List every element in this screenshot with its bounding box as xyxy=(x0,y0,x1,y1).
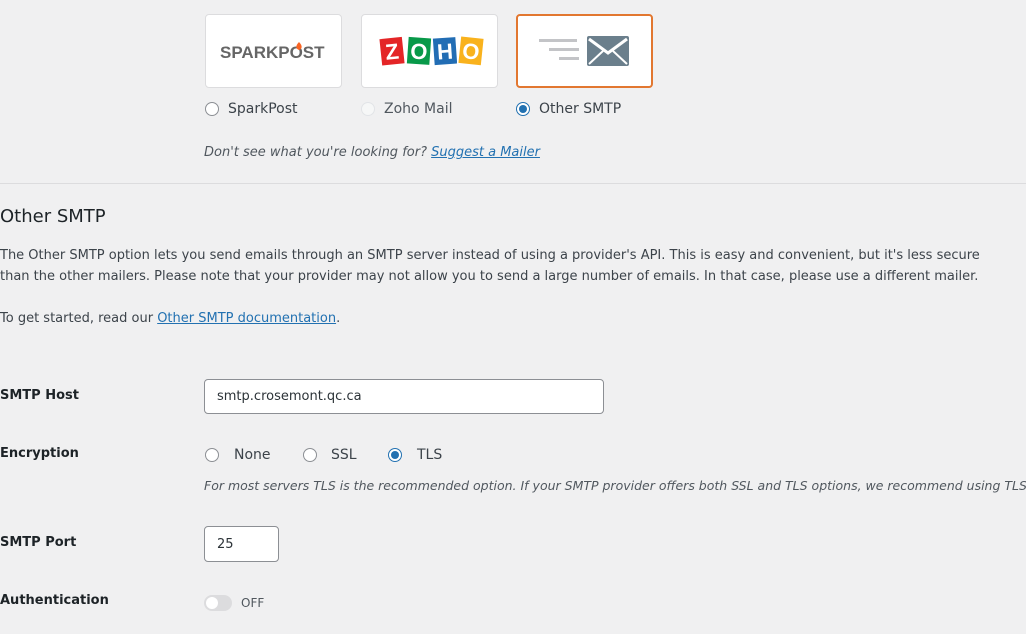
radio-label-zoho: Zoho Mail xyxy=(384,101,453,117)
suggest-prefix: Don't see what you're looking for? xyxy=(204,145,427,160)
suggest-mailer-text: Don't see what you're looking for? Sugge… xyxy=(204,145,540,160)
authentication-label: Authentication xyxy=(0,593,109,608)
svg-text:H: H xyxy=(436,39,454,65)
mailer-tile-other-smtp[interactable] xyxy=(516,14,653,88)
encryption-radio-ssl[interactable] xyxy=(303,448,317,462)
section-title: Other SMTP xyxy=(0,206,106,227)
get-started-text: To get started, read our Other SMTP docu… xyxy=(0,308,1000,329)
smtp-host-label: SMTP Host xyxy=(0,388,79,403)
encryption-radio-tls[interactable] xyxy=(388,448,402,462)
authentication-toggle[interactable] xyxy=(204,595,232,611)
radio-zoho xyxy=(361,102,375,116)
smtp-port-input[interactable]: 25 xyxy=(204,526,279,562)
encryption-label-tls[interactable]: TLS xyxy=(417,447,442,463)
authentication-state: OFF xyxy=(241,596,265,610)
mailer-tile-zoho[interactable]: Z O H O xyxy=(361,14,498,88)
mailer-tile-sparkpost[interactable]: SPARKPOST xyxy=(205,14,342,88)
sparkpost-logo: SPARKPOST xyxy=(220,42,325,62)
svg-text:O: O xyxy=(409,38,428,64)
get-started-prefix: To get started, read our xyxy=(0,311,154,326)
svg-text:SPARKPOST: SPARKPOST xyxy=(220,43,325,62)
smtp-port-label: SMTP Port xyxy=(0,535,77,550)
encryption-label: Encryption xyxy=(0,446,79,461)
svg-text:O: O xyxy=(461,38,481,65)
encryption-label-ssl[interactable]: SSL xyxy=(331,447,357,463)
radio-label-sparkpost[interactable]: SparkPost xyxy=(228,101,298,117)
get-started-suffix: . xyxy=(336,311,341,326)
svg-text:Z: Z xyxy=(384,39,400,65)
zoho-logo: Z O H O xyxy=(377,34,485,68)
radio-label-other-smtp[interactable]: Other SMTP xyxy=(539,101,621,117)
radio-sparkpost[interactable] xyxy=(205,102,219,116)
section-description: The Other SMTP option lets you send emai… xyxy=(0,248,980,284)
encryption-label-none[interactable]: None xyxy=(234,447,271,463)
other-smtp-documentation-link[interactable]: Other SMTP documentation xyxy=(157,311,336,326)
suggest-mailer-link[interactable]: Suggest a Mailer xyxy=(431,145,540,160)
smtp-host-input[interactable]: smtp.crosemont.qc.ca xyxy=(204,379,604,414)
section-divider xyxy=(0,183,1026,184)
radio-other-smtp[interactable] xyxy=(516,102,530,116)
encryption-hint: For most servers TLS is the recommended … xyxy=(204,478,1026,493)
encryption-radio-none[interactable] xyxy=(205,448,219,462)
envelope-icon xyxy=(538,36,629,66)
